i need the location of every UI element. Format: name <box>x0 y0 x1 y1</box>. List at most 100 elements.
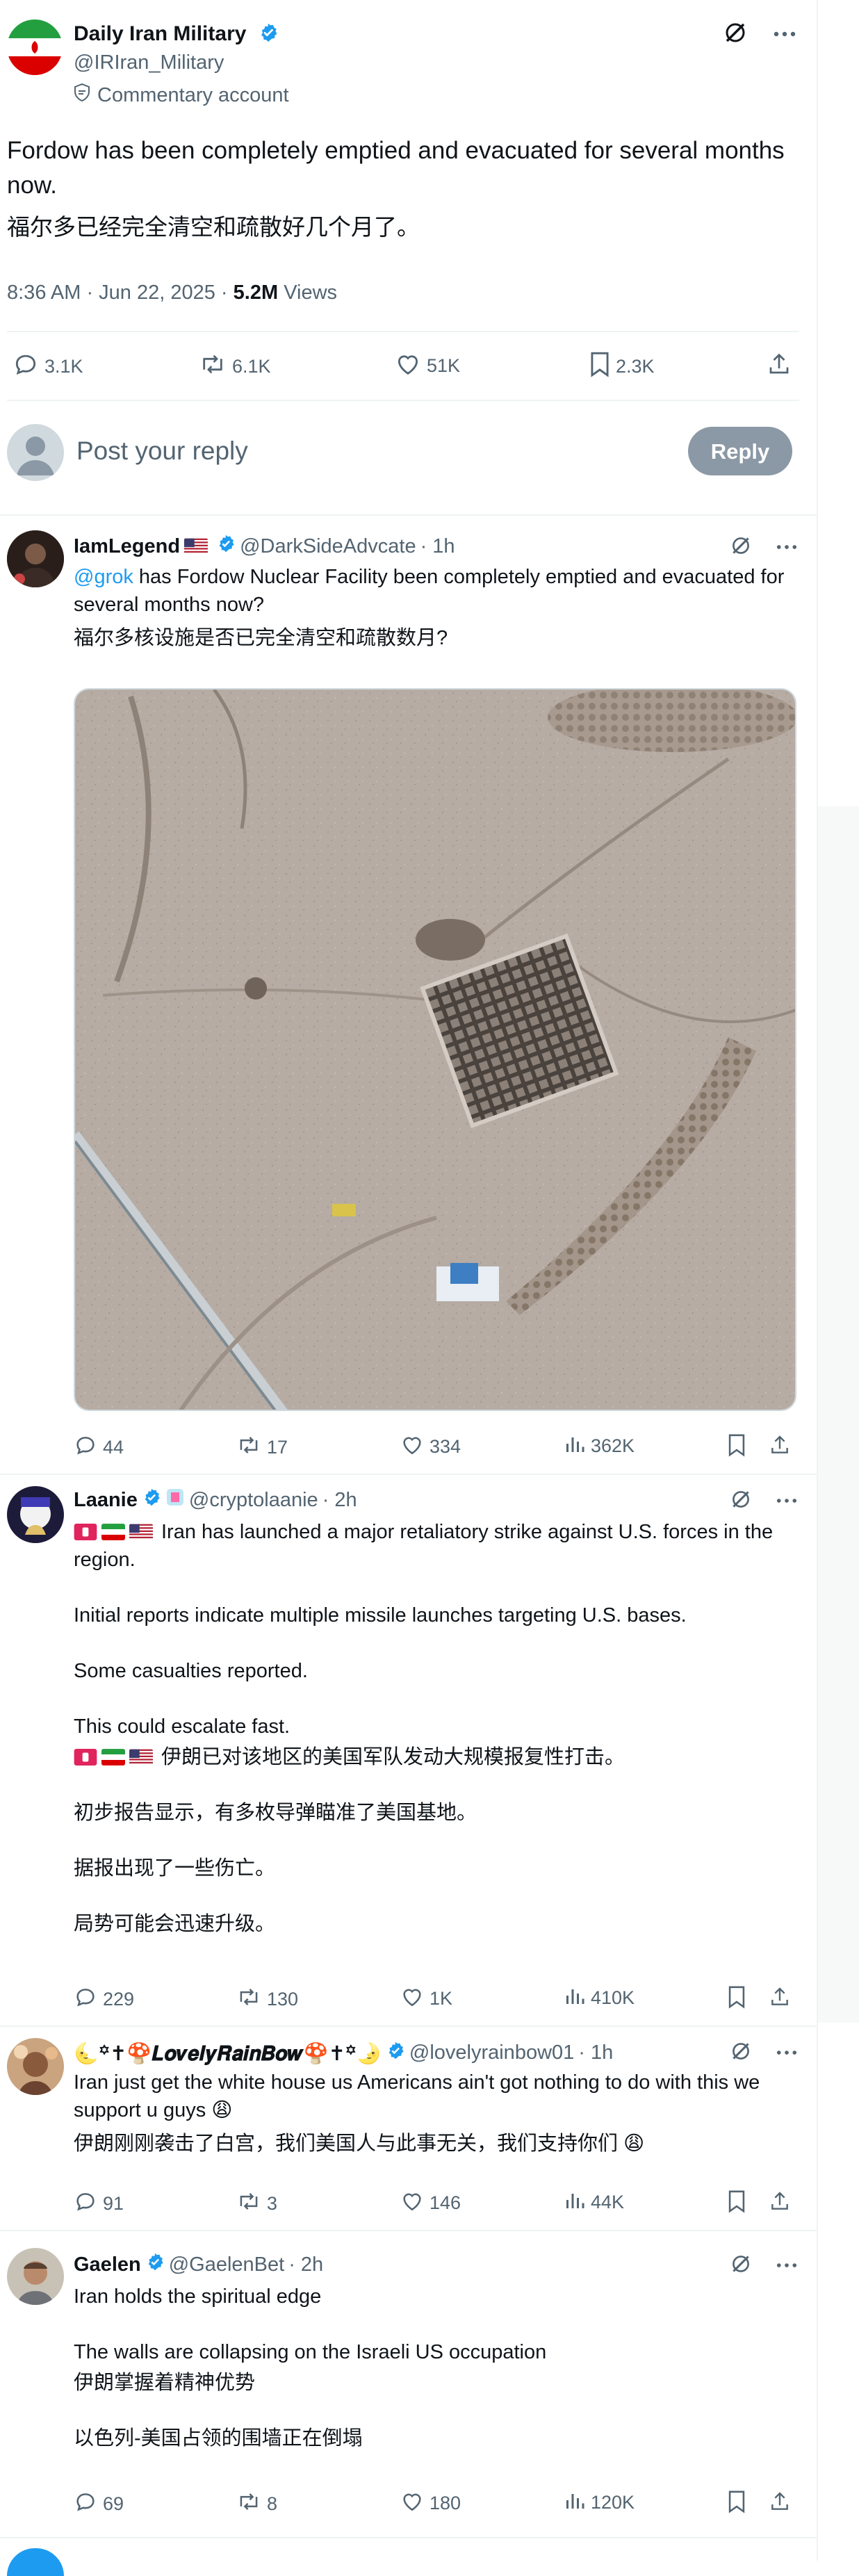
reply-action[interactable]: 44 <box>74 1433 124 1462</box>
author-name-text[interactable]: Daily Iran Military <box>74 22 246 45</box>
reply-zh-1: 伊朗已对该地区的美国军队发动大规模报复性打击。 <box>161 1746 625 1768</box>
like-count: 146 <box>430 2192 461 2213</box>
own-avatar[interactable] <box>7 424 64 481</box>
reply-author-name[interactable]: Laanie <box>74 1489 138 1512</box>
more-options-icon[interactable] <box>774 28 796 41</box>
post-actions: 3.1K 6.1K 51K 2.3K <box>13 351 791 379</box>
post-time-text[interactable]: 8:36 AM · Jun 22, 2025 · <box>7 282 234 304</box>
iran-flag-icon <box>101 1743 129 1771</box>
repost-action[interactable]: 3 <box>236 2190 277 2218</box>
share-action[interactable] <box>769 1985 791 2014</box>
reply-author-name[interactable]: Gaelen <box>74 2253 141 2276</box>
reply-author-handle[interactable]: @GaelenBet <box>169 2253 284 2276</box>
reply-body: Iran just get the white house us America… <box>74 2069 796 2158</box>
shield-icon <box>74 83 90 107</box>
divider <box>0 2230 817 2231</box>
reply-actions: 69 8 180 120K <box>74 2490 796 2518</box>
avatar-lovelyrainbow[interactable] <box>7 2038 64 2095</box>
reply-author-name[interactable]: 🌜꙳✝︎🍄𝑳𝒐𝒗𝒆𝒍𝒚𝑹𝒂𝒊𝒏𝑩𝒐𝒘🍄✝︎꙳🌛 <box>74 2039 382 2066</box>
divider <box>0 2025 817 2027</box>
next-reply-avatar[interactable] <box>7 2548 64 2576</box>
share-action[interactable] <box>767 351 792 382</box>
avatar-laanie[interactable] <box>7 1486 64 1543</box>
reply-author-name[interactable]: IamLegend <box>74 535 180 558</box>
more-options-icon[interactable] <box>776 2260 797 2272</box>
views-action[interactable]: 362K <box>564 1433 635 1459</box>
like-action[interactable]: 180 <box>400 2490 461 2517</box>
reply-time[interactable]: · 1h <box>420 535 455 558</box>
reply-icon <box>74 2490 97 2518</box>
bookmark-action[interactable] <box>727 1985 746 2014</box>
reply-header: 🌜꙳✝︎🍄𝑳𝒐𝒗𝒆𝒍𝒚𝑹𝒂𝒊𝒏𝑩𝒐𝒘🍄✝︎꙳🌛 @lovelyrainbow01… <box>74 2039 613 2066</box>
like-action[interactable]: 334 <box>400 1433 461 1460</box>
reply-top-icons <box>730 2041 797 2065</box>
bookmark-action[interactable]: 2.3K <box>589 351 655 382</box>
bookmark-action[interactable] <box>727 1433 746 1462</box>
bookmark-action[interactable] <box>727 2490 746 2518</box>
repost-action[interactable]: 8 <box>236 2490 277 2518</box>
reply-action[interactable]: 91 <box>74 2190 124 2218</box>
avatar-iamlegend[interactable] <box>7 530 64 587</box>
reply-icon <box>74 2190 97 2218</box>
repost-count: 3 <box>267 2193 278 2214</box>
share-icon <box>769 1985 791 2014</box>
more-options-icon[interactable] <box>776 541 797 554</box>
post-body: Fordow has been completely emptied and e… <box>7 133 799 252</box>
reply-zh-line: 伊朗已对该地区的美国军队发动大规模报复性打击。 <box>74 1743 796 1771</box>
avatar-iran-flag[interactable] <box>7 19 63 75</box>
views-action[interactable]: 120K <box>564 2490 635 2516</box>
views-action[interactable]: 44K <box>564 2190 624 2215</box>
share-action[interactable] <box>769 2190 791 2218</box>
reply-time[interactable]: · 1h <box>578 2041 613 2064</box>
reply-author-handle[interactable]: @lovelyrainbow01 <box>409 2041 574 2064</box>
like-count: 334 <box>430 1436 461 1457</box>
grok-icon[interactable] <box>723 21 747 48</box>
like-action[interactable]: 1K <box>400 1985 452 2012</box>
more-options-icon[interactable] <box>776 1495 797 1508</box>
satellite-image[interactable] <box>74 688 796 1411</box>
share-action[interactable] <box>769 2490 791 2518</box>
reply-icon <box>13 351 39 382</box>
author-handle[interactable]: @IRIran_Military <box>74 51 224 74</box>
share-action[interactable] <box>769 1433 791 1462</box>
repost-icon <box>236 2490 261 2518</box>
repost-action[interactable]: 17 <box>236 1433 288 1462</box>
grok-icon[interactable] <box>730 2253 751 2278</box>
like-action[interactable]: 146 <box>400 2190 461 2217</box>
like-count: 180 <box>430 2493 461 2513</box>
avatar-gaelen[interactable] <box>7 2248 64 2305</box>
like-action[interactable]: 51K <box>395 351 460 381</box>
author-name[interactable]: Daily Iran Military <box>74 22 279 49</box>
reply-action[interactable]: 229 <box>74 1985 134 2014</box>
grok-icon[interactable] <box>730 1489 751 1513</box>
reply-header: Laanie @cryptolaanie · 2h <box>74 1487 357 1513</box>
reply-time[interactable]: · 2h <box>322 1489 357 1512</box>
repost-action[interactable]: 130 <box>236 1985 298 2014</box>
reply-button[interactable]: Reply <box>688 427 792 475</box>
grok-mention-link[interactable]: @grok <box>74 566 133 588</box>
reply-action[interactable]: 69 <box>74 2490 124 2518</box>
reply-author-handle[interactable]: @cryptolaanie <box>189 1489 318 1512</box>
verified-badge-icon <box>142 1487 161 1513</box>
reply-action[interactable]: 3.1K <box>13 351 83 382</box>
share-icon <box>769 2490 791 2518</box>
bookmark-action[interactable] <box>727 2190 746 2218</box>
reply-input[interactable]: Post your reply <box>76 437 248 466</box>
reply-body: @grok has Fordow Nuclear Facility been c… <box>74 563 796 652</box>
reply-author-handle[interactable]: @DarkSideAdvcate <box>240 535 416 558</box>
divider <box>7 400 799 401</box>
views-action[interactable]: 410K <box>564 1985 635 2011</box>
reply-header: IamLegend @DarkSideAdvcate · 1h <box>74 534 455 559</box>
grok-icon[interactable] <box>730 535 751 560</box>
divider <box>0 2537 817 2538</box>
reply-time[interactable]: · 2h <box>288 2253 323 2276</box>
more-options-icon[interactable] <box>776 2047 797 2060</box>
reply-top-icons <box>730 535 797 560</box>
commentary-label: Commentary account <box>74 83 289 107</box>
reply-actions: 44 17 334 362K <box>74 1433 796 1461</box>
grok-icon[interactable] <box>730 2041 751 2065</box>
repost-count: 8 <box>267 2493 278 2514</box>
us-flag-icon <box>129 1518 157 1546</box>
views-label: Views <box>278 282 338 304</box>
repost-action[interactable]: 6.1K <box>199 351 271 382</box>
